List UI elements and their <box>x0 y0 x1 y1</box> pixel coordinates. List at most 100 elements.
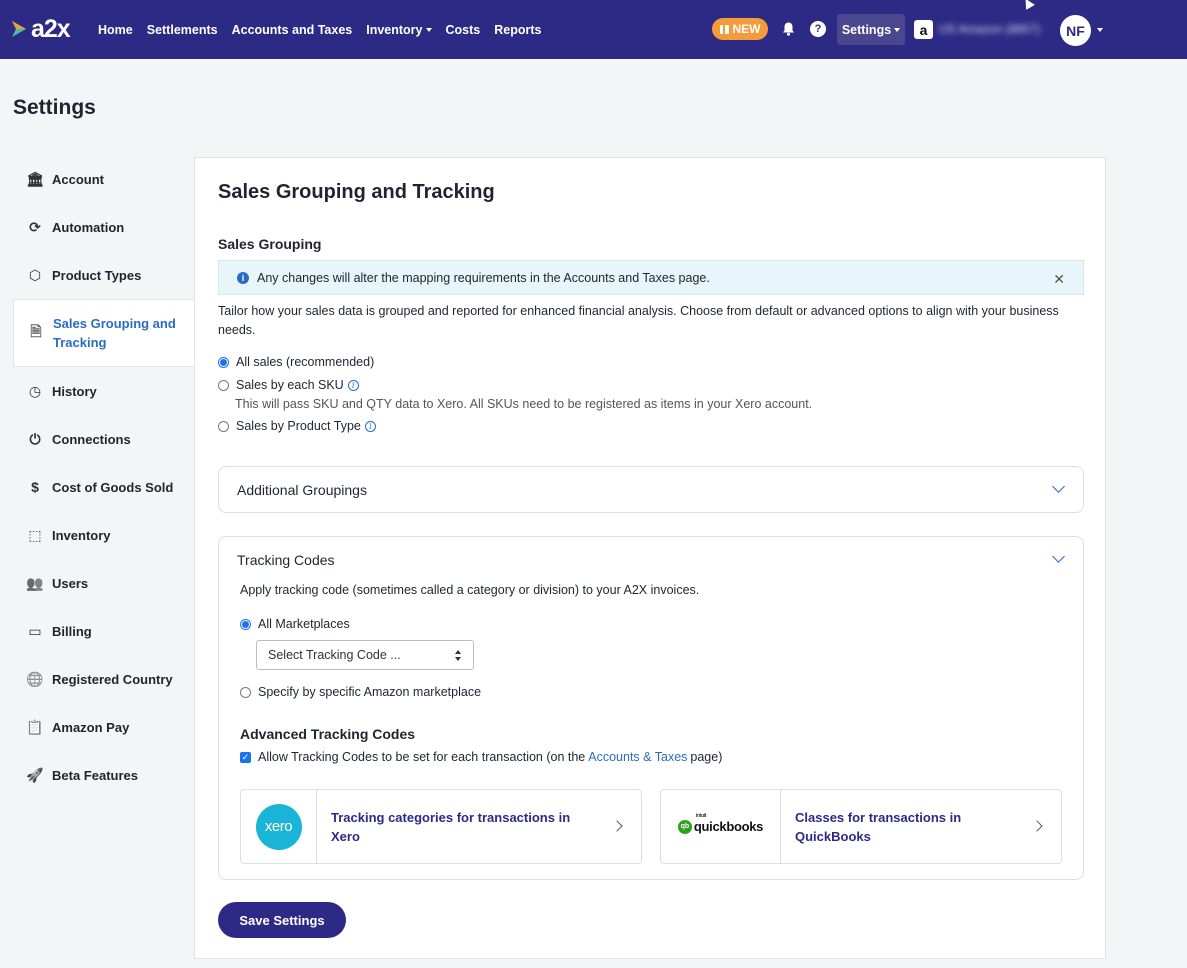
nav-link-costs[interactable]: Costs <box>446 23 481 37</box>
radio-label: Specify by specific Amazon marketplace <box>258 685 482 699</box>
a2x-logo[interactable]: a2x <box>12 15 71 43</box>
tracking-description-text: Apply tracking code (sometimes called a … <box>240 583 700 597</box>
sidebar-item-label: Amazon Pay <box>52 719 130 735</box>
sidebar-item-label: Automation <box>52 219 125 235</box>
new-features-badge[interactable]: NEW <box>712 18 768 40</box>
accounts-taxes-link[interactable]: Accounts & Taxes <box>588 750 687 764</box>
sidebar-item-amazon-pay[interactable]: 📋 Amazon Pay <box>13 703 195 751</box>
sales-grouping-label: Sales Grouping <box>218 236 322 252</box>
nav-link-label: Home <box>98 22 133 37</box>
sidebar-item-registered-country[interactable]: 🌐 Registered Country <box>13 655 195 703</box>
checkbox-label: Allow Tracking Codes to be set for each … <box>258 750 586 764</box>
info-circle-icon[interactable]: i <box>347 379 359 391</box>
quickbooks-card-text: Classes for transactions in QuickBooks <box>795 810 962 844</box>
account-name[interactable]: US Amazon (8657) <box>939 22 1044 37</box>
nav-link-label: Costs <box>445 22 481 37</box>
sidebar-item-label: Beta Features <box>52 767 138 783</box>
save-settings-button[interactable]: Save Settings <box>218 902 346 938</box>
quickbooks-classes-card[interactable]: qb intuit quickbooks Classes for transac… <box>660 789 1062 864</box>
info-banner: i Any changes will alter the mapping req… <box>218 260 1084 295</box>
avatar-chevron-down-icon[interactable] <box>1097 28 1103 32</box>
top-navigation-bar: a2x Home Settlements Accounts and Taxes Inv… <box>0 0 1187 59</box>
sidebar-item-beta-features[interactable]: 🚀 Beta Features <box>13 751 195 799</box>
additional-groupings-accordion[interactable]: Additional Groupings <box>218 466 1084 513</box>
radio-label: Sales by Product Type <box>236 419 361 433</box>
radio-sales-by-product-type[interactable]: Sales by Product Type i <box>218 419 376 433</box>
sales-grouping-description: Tailor how your sales data is grouped an… <box>218 304 1059 337</box>
plug-icon: ⏻ <box>29 430 41 447</box>
quickbooks-wordmark: intuit quickbooks <box>694 813 764 834</box>
users-icon: 👥 <box>26 574 44 591</box>
checkbox[interactable]: ✓ <box>240 751 251 763</box>
nav-link-inventory[interactable]: Inventory <box>366 22 432 37</box>
settings-menu-button[interactable]: Settings <box>837 14 905 45</box>
info-circle-icon[interactable]: i <box>364 420 376 432</box>
select-arrows-icon <box>455 650 461 662</box>
user-avatar[interactable]: NF <box>1060 15 1091 46</box>
sidebar-item-product-types[interactable]: ⬡ Product Types <box>13 251 195 299</box>
sidebar-item-label: Inventory <box>52 527 111 543</box>
help-icon[interactable]: ? <box>810 21 826 37</box>
radio-button[interactable] <box>218 356 229 368</box>
settings-sidebar: 🏛 Account ⟳ Automation ⬡ Product Types 🗎 Sales … <box>13 155 195 799</box>
radio-button[interactable] <box>240 686 251 698</box>
radio-all-marketplaces[interactable]: All Marketplaces <box>240 617 350 631</box>
sidebar-item-users[interactable]: 👥 Users <box>13 559 195 607</box>
chevron-down-icon <box>425 27 432 32</box>
nav-link-label: Settlements <box>146 22 218 37</box>
sidebar-item-label: Billing <box>52 623 92 639</box>
xero-tracking-card[interactable]: xero Tracking categories for transaction… <box>240 789 642 864</box>
clipboard-icon: 📋 <box>26 718 44 735</box>
close-icon[interactable]: ✕ <box>1053 271 1065 288</box>
settings-label: Settings <box>841 22 892 37</box>
radio-label: All sales (recommended) <box>236 355 375 369</box>
logo-text: a2x <box>31 15 71 43</box>
chevron-down-icon[interactable] <box>1052 550 1065 563</box>
page-title: Settings <box>13 96 96 119</box>
accordion-title: Additional Groupings <box>237 482 367 498</box>
sidebar-item-automation[interactable]: ⟳ Automation <box>13 203 195 251</box>
gift-icon <box>719 24 729 34</box>
sync-icon: ⟳ <box>29 218 41 235</box>
nav-link-settlements[interactable]: Settlements <box>147 23 218 37</box>
box-icon: ⬚ <box>28 526 42 543</box>
sku-note: This will pass SKU and QTY data to Xero.… <box>235 397 813 411</box>
nav-link-label: Reports <box>494 22 542 37</box>
banner-text: Any changes will alter the mapping requi… <box>257 270 710 285</box>
advanced-tracking-checkbox-row[interactable]: ✓ Allow Tracking Codes to be set for eac… <box>240 750 722 764</box>
radio-button[interactable] <box>218 379 229 391</box>
radio-all-sales[interactable]: All sales (recommended) <box>218 355 374 369</box>
nav-link-reports[interactable]: Reports <box>494 23 541 37</box>
sidebar-item-connections[interactable]: ⏻ Connections <box>13 415 195 463</box>
intuit-text: intuit <box>695 813 707 819</box>
quickbooks-logo: qb intuit quickbooks <box>677 813 764 834</box>
rocket-icon: 🚀 <box>26 766 44 783</box>
chevron-down-icon[interactable] <box>1052 480 1065 493</box>
accordion-title[interactable]: Tracking Codes <box>237 552 335 568</box>
sidebar-item-sales-grouping-and-tracking[interactable]: 🗎 Sales Grouping and Tracking <box>13 299 195 367</box>
sidebar-item-cost-of-goods-sold[interactable]: $ Cost of Goods Sold <box>13 463 195 511</box>
quickbooks-logo-area: qb intuit quickbooks <box>661 790 781 863</box>
sidebar-item-history[interactable]: ◷ History <box>13 367 195 415</box>
nav-link-label: Inventory <box>366 22 423 37</box>
xero-logo-area: xero <box>241 790 317 863</box>
sidebar-item-billing[interactable]: ▭ Billing <box>13 607 195 655</box>
radio-specify-marketplace[interactable]: Specify by specific Amazon marketplace <box>240 685 481 699</box>
tracking-codes-accordion: Tracking Codes Apply tracking code (some… <box>218 536 1084 880</box>
document-icon: 🗎 <box>30 323 42 339</box>
bell-icon[interactable] <box>782 22 795 36</box>
chevron-down-icon <box>894 27 901 32</box>
sidebar-item-label: Sales Grouping and Tracking <box>53 316 176 350</box>
select-value: Select Tracking Code ... <box>268 648 401 662</box>
nav-link-accounts-and-taxes[interactable]: Accounts and Taxes <box>232 23 353 37</box>
tracking-code-select[interactable]: Select Tracking Code ... <box>256 640 474 670</box>
sidebar-item-inventory[interactable]: ⬚ Inventory <box>13 511 195 559</box>
radio-button[interactable] <box>218 420 229 432</box>
nav-link-home[interactable]: Home <box>98 23 133 37</box>
nav-links: Home Settlements Accounts and Taxes Invento… <box>98 0 555 59</box>
radio-sales-by-sku[interactable]: Sales by each SKU i <box>218 378 359 392</box>
sidebar-item-label: History <box>52 383 97 399</box>
xero-logo: xero <box>255 803 302 850</box>
radio-button[interactable] <box>240 618 251 630</box>
sidebar-item-account[interactable]: 🏛 Account <box>13 155 195 203</box>
